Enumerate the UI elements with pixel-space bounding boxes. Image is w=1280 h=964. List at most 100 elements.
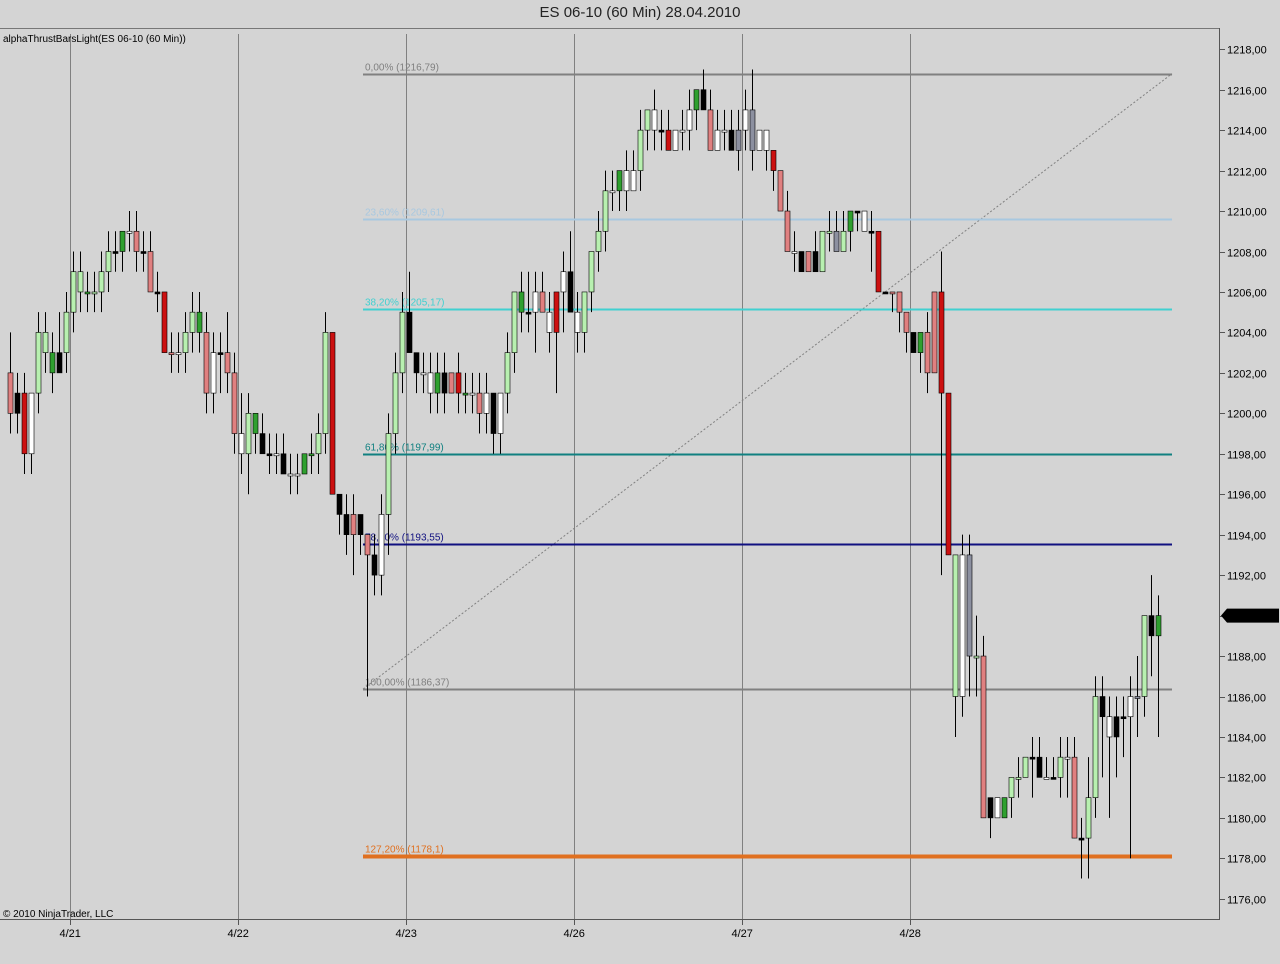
y-tick-label: 1200,00	[1227, 409, 1267, 421]
bar-body	[1071, 756, 1078, 839]
bar-body	[315, 433, 322, 455]
y-tick-label: 1218,00	[1227, 45, 1267, 57]
bar-body	[665, 129, 672, 151]
bar-body	[616, 170, 623, 192]
bar-body	[931, 291, 938, 374]
bar-body	[441, 372, 448, 394]
bar-body	[504, 352, 511, 394]
bar-body	[1050, 777, 1057, 780]
bar-body	[371, 554, 378, 576]
y-tick-label: 1208,00	[1227, 248, 1267, 260]
bar-body	[805, 251, 812, 273]
y-tick-label: 1192,00	[1227, 571, 1266, 583]
bar-body	[455, 372, 462, 394]
y-tick-label: 1178,00	[1227, 854, 1266, 866]
bar-body	[945, 392, 952, 556]
bar-body	[112, 251, 119, 254]
bar-body	[224, 352, 231, 374]
y-axis: 1176,00 1178,00 1180,00 1182,00 1184,00 1186,…	[1219, 45, 1267, 907]
bar-body	[266, 453, 273, 457]
y-tick-label: 1182,00	[1227, 773, 1266, 785]
bar-body	[1015, 777, 1022, 780]
bar-body	[973, 655, 980, 659]
bar-body	[273, 453, 280, 457]
bar-body	[1043, 777, 1050, 780]
x-axis: 4/21 4/22 4/23 4/26 4/27 4/28	[60, 920, 921, 940]
bar-body	[322, 332, 329, 434]
bar-body	[882, 291, 889, 295]
y-tick-label: 1194,00	[1227, 531, 1266, 543]
bar-body	[133, 230, 140, 252]
bar-body	[784, 210, 791, 252]
bar-body	[413, 352, 420, 374]
bar-body	[448, 372, 455, 394]
bar-body	[497, 392, 504, 434]
bar-body	[154, 291, 161, 295]
fib-level-label: 78,60% (1193,55)	[365, 533, 444, 544]
bar-body	[175, 352, 182, 355]
bar-body	[910, 332, 917, 353]
bar-body	[406, 311, 413, 353]
plot-area[interactable]	[0, 28, 1220, 920]
bar-body	[98, 271, 105, 293]
candlestick-chart[interactable]: 0,00% (1216,79) 23,60% (1209,61) 38,20% (1…	[0, 0, 1280, 964]
bar-body	[434, 372, 441, 394]
bar-body	[1036, 756, 1043, 778]
bar-body	[721, 129, 728, 133]
bar-body	[294, 473, 301, 477]
fib-level-label: 61,80% (1197,99)	[365, 443, 444, 454]
y-tick-label: 1186,00	[1227, 693, 1266, 705]
bar-body	[259, 433, 266, 455]
x-tick-label: 4/23	[396, 928, 417, 940]
bar-body	[301, 453, 308, 475]
bar-body	[483, 392, 490, 414]
bar-body	[840, 230, 847, 252]
x-tick-label: 4/28	[900, 928, 921, 940]
bar-body	[609, 190, 616, 194]
last-price-badge: 1190,00	[1221, 608, 1279, 623]
bar-body	[777, 170, 784, 212]
bar-body	[532, 291, 539, 313]
bar-body	[770, 150, 777, 171]
bar-body	[105, 251, 112, 273]
bar-body	[546, 311, 553, 333]
bar-body	[189, 311, 196, 333]
y-tick-label: 1202,00	[1227, 369, 1267, 381]
bar-body	[553, 291, 560, 333]
bar-body	[966, 554, 973, 657]
bar-body	[252, 413, 259, 434]
bar-body	[231, 372, 238, 434]
bar-body	[399, 311, 406, 374]
bar-body	[686, 109, 693, 131]
x-tick-label: 4/26	[564, 928, 585, 940]
bar-body	[693, 89, 700, 111]
bar-body	[756, 129, 763, 151]
x-tick-label: 4/21	[60, 928, 81, 940]
bar-body	[672, 129, 679, 151]
bar-body	[203, 332, 210, 394]
bar-body	[469, 392, 476, 396]
y-tick-label: 1212,00	[1227, 167, 1267, 179]
bar-body	[791, 251, 798, 254]
bar-body	[56, 352, 63, 374]
bar-body	[707, 109, 714, 151]
bar-body	[378, 514, 385, 576]
bar-body	[875, 230, 882, 293]
bar-body	[77, 271, 84, 293]
bar-body	[623, 170, 630, 192]
bar-body	[854, 210, 861, 214]
bar-body	[630, 170, 637, 192]
bar-body	[1141, 615, 1148, 697]
bar-body	[1106, 716, 1113, 738]
y-tick-label: 1210,00	[1227, 207, 1267, 219]
bar-body	[511, 291, 518, 353]
bar-body	[987, 797, 994, 819]
bar-body	[637, 129, 644, 171]
bar-body	[819, 230, 826, 273]
bar-body	[84, 291, 91, 295]
bar-body	[1008, 777, 1015, 798]
bar-body	[714, 129, 721, 151]
bar-body	[1099, 696, 1106, 718]
bar-body	[1085, 797, 1092, 839]
bar-body	[28, 392, 35, 455]
